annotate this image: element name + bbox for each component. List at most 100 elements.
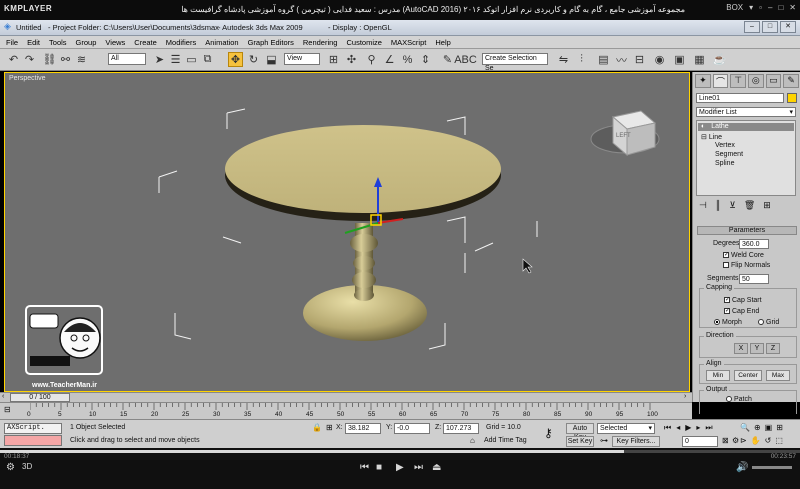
cap-end-checkbox[interactable]: ✓ Cap End [724,308,759,315]
maximize-button[interactable]: □ [762,21,778,33]
player-stop-icon[interactable]: ■ [376,462,382,473]
menu-rendering[interactable]: Rendering [303,38,338,47]
modify-tab-icon[interactable]: ⌒ [712,74,729,88]
menu-modifiers[interactable]: Modifiers [166,38,196,47]
cap-start-checkbox[interactable]: ✓ Cap Start [724,297,762,304]
maximize-viewport-icon[interactable]: ⬚ [775,436,783,445]
pin-stack-icon[interactable]: ⊣ [699,200,707,211]
morph-radio[interactable]: Morph [714,319,742,326]
menu-animation[interactable]: Animation [205,38,238,47]
align-min-button[interactable]: Min [706,370,730,381]
ref-coord-dropdown[interactable]: View [284,53,320,65]
time-next-icon[interactable]: › [684,393,686,400]
cap-end-check[interactable]: ✓ [724,308,730,315]
track-bar[interactable]: ⊟ 0 5 10 15 20 25 30 35 40 45 50 55 60 65 70 75 80 85 90 95… [0,402,692,419]
time-config-icon[interactable]: ⚙ [732,436,739,445]
menu-edit[interactable]: Edit [27,38,40,47]
flip-normals-check[interactable] [723,262,729,269]
render-setup-icon[interactable]: ▣ [672,52,687,67]
patch-radio-dot[interactable] [726,396,732,403]
current-frame-input[interactable]: 0 [682,436,718,447]
unlink-icon[interactable]: ⚯ [58,52,73,67]
mirror-icon[interactable]: ⇋ [556,52,571,67]
player-prev-icon[interactable]: ⏮ [360,462,369,473]
stack-item-segment[interactable]: Segment [715,151,743,158]
render-frame-icon[interactable]: ▦ [692,52,707,67]
zoom-extents-all-icon[interactable]: ⊞ [776,423,783,432]
player-eject-icon[interactable]: ⏏ [432,462,441,473]
select-by-name-icon[interactable]: ☰ [168,52,183,67]
y-coordinate-input[interactable]: -0.0 [394,423,430,434]
select-scale-icon[interactable]: ⬓ [264,52,279,67]
time-prev-icon[interactable]: ‹ [2,393,4,400]
motion-tab-icon[interactable]: ◎ [748,74,764,88]
player-play-icon[interactable]: ▶ [396,462,404,473]
percent-snap-icon[interactable]: % [400,52,415,67]
app-logo-icon[interactable]: ◈ [4,21,11,32]
bind-space-warp-icon[interactable]: ≋ [74,52,89,67]
show-end-result-icon[interactable]: ║ [715,200,721,211]
weld-core-checkbox[interactable]: ✓ Weld Core [723,252,764,259]
next-frame-icon[interactable]: ▸ [696,423,700,433]
player-menu-icon[interactable]: ▾ [749,3,753,12]
schematic-view-icon[interactable]: ⊟ [632,52,647,67]
create-tab-icon[interactable]: ✦ [695,74,711,88]
modifier-list-dropdown[interactable]: Modifier List ▾ [696,107,796,117]
stack-item-spline[interactable]: Spline [715,160,734,167]
select-link-icon[interactable]: ⛓ [42,52,57,67]
direction-z-button[interactable]: Z [766,343,780,354]
segments-input[interactable]: 50 [739,274,769,284]
player-maximize-icon[interactable]: □ [778,3,783,12]
maxscript-listener[interactable]: AXScript. [4,423,62,434]
align-max-button[interactable]: Max [766,370,790,381]
patch-radio[interactable]: Patch [726,396,752,403]
edit-named-selection-icon[interactable]: ✎ [440,52,455,67]
align-center-button[interactable]: Center [734,370,762,381]
direction-y-button[interactable]: Y [750,343,764,354]
auto-key-button[interactable]: Auto Key [566,423,594,441]
menu-help[interactable]: Help [435,38,450,47]
menu-tools[interactable]: Tools [49,38,67,47]
object-name-field[interactable]: Line01 [696,93,784,103]
undo-icon[interactable]: ↶ [6,52,21,67]
redo-icon[interactable]: ↷ [22,52,37,67]
player-box-button[interactable]: BOX [726,3,743,12]
snaps-toggle-icon[interactable]: ⚲ [364,52,379,67]
time-slider-track[interactable] [0,392,692,402]
remove-modifier-icon[interactable]: 🗑 [744,200,755,211]
play-animation-icon[interactable]: ▶ [685,423,691,433]
layer-manager-icon[interactable]: ▤ [596,52,611,67]
grid-radio-dot[interactable] [758,319,764,326]
align-icon[interactable]: ⫶ [574,52,589,67]
key-mode-icon[interactable]: ⊶ [600,436,608,445]
menu-file[interactable]: File [6,38,18,47]
object-color-swatch[interactable] [787,93,797,103]
zoom-extents-icon[interactable]: ▣ [765,423,773,432]
maxscript-output[interactable] [4,435,62,446]
stack-item-vertex[interactable]: Vertex [715,142,735,149]
angle-snap-icon[interactable]: ∠ [382,52,397,67]
add-time-tag-button[interactable]: Add Time Tag [484,437,527,444]
menu-graph-editors[interactable]: Graph Editors [248,38,294,47]
player-volume-icon[interactable]: 🔊 [736,462,748,473]
key-mode-dropdown[interactable]: Selected ▾ [597,423,655,434]
viewcube[interactable]: LEFT [590,110,660,157]
direction-x-button[interactable]: X [734,343,748,354]
configure-sets-icon[interactable]: ⊞ [763,200,771,211]
utilities-tab-icon[interactable]: ✎ [783,74,800,88]
window-crossing-icon[interactable]: ⧉ [200,52,215,67]
go-to-start-icon[interactable]: ⏮ [664,423,671,433]
quick-render-icon[interactable]: ☕ [712,52,727,67]
player-pin-icon[interactable]: ▫ [759,3,762,12]
pan-icon[interactable]: ✋ [751,436,761,445]
pivot-center-icon[interactable]: ⊞ [326,52,341,67]
select-move-icon[interactable]: ✥ [228,52,243,67]
player-progress-bar[interactable] [0,450,800,453]
key-icon[interactable]: ⚷ [544,426,553,440]
menu-group[interactable]: Group [76,38,97,47]
menu-maxscript[interactable]: MAXScript [391,38,426,47]
player-volume-slider[interactable] [752,466,792,469]
field-of-view-icon[interactable]: ⊳ [740,436,747,445]
go-to-end-icon[interactable]: ⏭ [705,423,712,433]
grid-radio[interactable]: Grid [758,319,779,326]
